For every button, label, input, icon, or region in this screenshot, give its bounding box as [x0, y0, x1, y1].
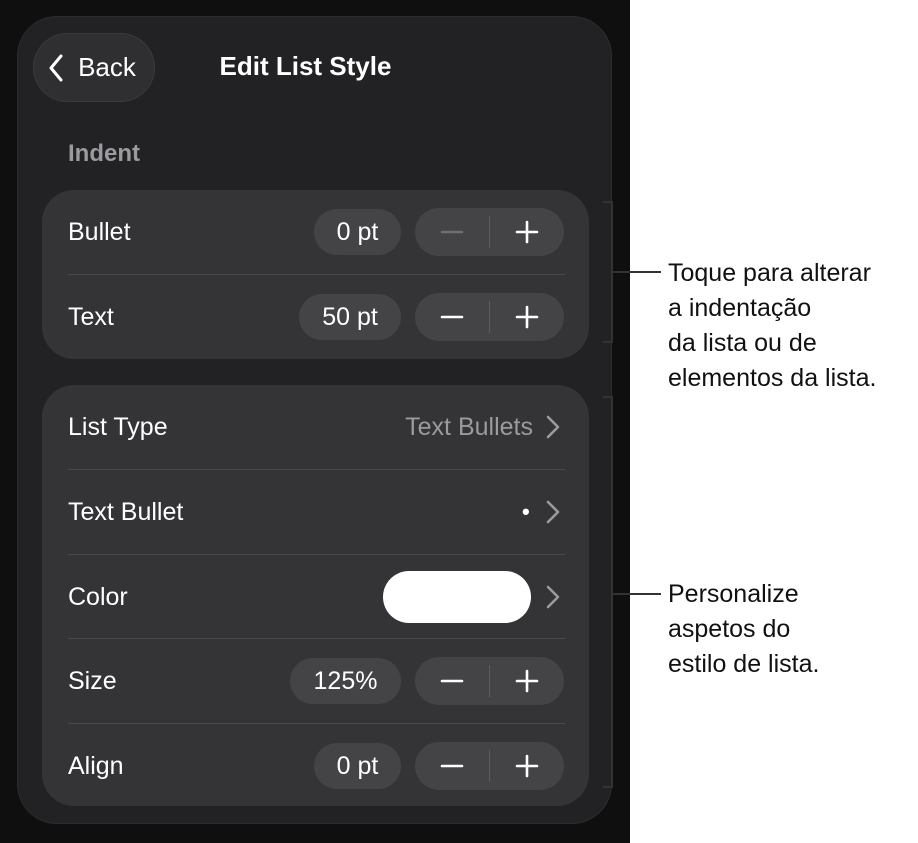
size-label: Size — [68, 666, 117, 695]
text-indent-stepper — [415, 293, 564, 341]
callout-line: da lista ou de — [668, 329, 817, 357]
bullet-indent-minus-button[interactable] — [415, 208, 489, 256]
text-indent-value: 50 pt — [299, 294, 401, 340]
callout-line: Personalize — [668, 580, 799, 608]
size-plus-button[interactable] — [490, 657, 564, 705]
size-stepper — [415, 657, 564, 705]
page-title: Edit List Style — [219, 51, 392, 81]
plus-icon — [515, 669, 539, 693]
align-stepper — [415, 742, 564, 790]
bullet-indent-stepper — [415, 208, 564, 256]
plus-icon — [515, 305, 539, 329]
style-callout: Personalize aspetos do estilo de lista. — [668, 577, 819, 682]
bullet-indent-plus-button[interactable] — [490, 208, 564, 256]
list-style-group: List Type Text Bullets Text Bullet • Col… — [42, 385, 589, 806]
chevron-right-icon — [546, 585, 560, 609]
indent-callout: Toque para alterar a indentação da lista… — [668, 256, 876, 396]
minus-icon — [440, 764, 464, 768]
text-indent-minus-button[interactable] — [415, 293, 489, 341]
color-row[interactable]: Color — [42, 555, 589, 639]
align-label: Align — [68, 751, 124, 780]
bullet-indent-value: 0 pt — [314, 209, 401, 255]
minus-icon — [440, 230, 464, 234]
text-bullet-value: • — [522, 499, 530, 524]
minus-icon — [440, 315, 464, 319]
bullet-indent-row: Bullet 0 pt — [42, 190, 589, 274]
style-bracket-leader — [613, 593, 661, 595]
indent-bracket — [603, 201, 613, 343]
list-type-row[interactable]: List Type Text Bullets — [42, 385, 589, 469]
list-type-label: List Type — [68, 412, 168, 441]
text-indent-row: Text 50 pt — [42, 275, 589, 359]
color-swatch[interactable] — [383, 571, 531, 623]
size-minus-button[interactable] — [415, 657, 489, 705]
minus-icon — [440, 679, 464, 683]
text-indent-label: Text — [68, 302, 114, 331]
callout-line: elementos da lista. — [668, 364, 877, 392]
align-plus-button[interactable] — [490, 742, 564, 790]
align-value: 0 pt — [314, 743, 401, 789]
indent-section-label: Indent — [68, 140, 140, 167]
plus-icon — [515, 754, 539, 778]
chevron-right-icon — [546, 415, 560, 439]
callout-line: estilo de lista. — [668, 650, 820, 678]
edit-list-style-panel: Back Edit List Style Indent Bullet 0 pt — [17, 16, 612, 824]
list-type-value: Text Bullets — [405, 412, 533, 441]
callout-line: a indentação — [668, 294, 812, 322]
indent-group: Bullet 0 pt Text 50 pt — [42, 190, 589, 359]
plus-icon — [515, 220, 539, 244]
text-bullet-row[interactable]: Text Bullet • — [42, 470, 589, 554]
text-bullet-label: Text Bullet — [68, 497, 184, 526]
app-frame: Back Edit List Style Indent Bullet 0 pt — [0, 0, 630, 843]
align-minus-button[interactable] — [415, 742, 489, 790]
callout-line: aspetos do — [668, 615, 791, 643]
color-label: Color — [68, 582, 128, 611]
align-row: Align 0 pt — [42, 724, 589, 808]
indent-bracket-leader — [613, 271, 661, 273]
callout-line: Toque para alterar — [668, 259, 871, 287]
size-value: 125% — [290, 658, 401, 704]
bullet-indent-label: Bullet — [68, 217, 131, 246]
text-indent-plus-button[interactable] — [490, 293, 564, 341]
style-bracket — [603, 396, 613, 788]
chevron-right-icon — [546, 500, 560, 524]
size-row: Size 125% — [42, 639, 589, 723]
